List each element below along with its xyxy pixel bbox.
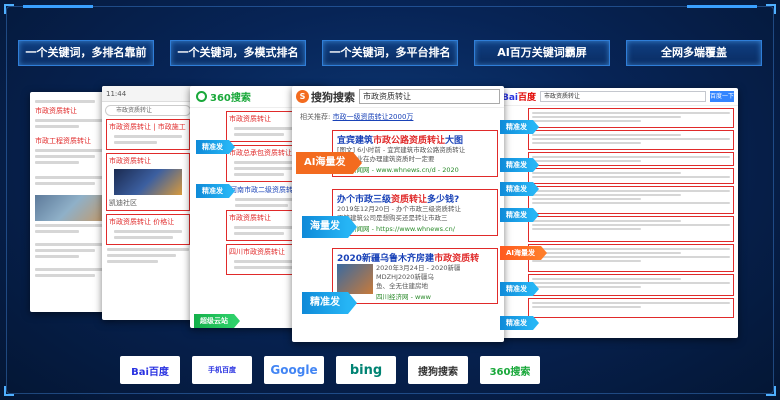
feature-all-devices: 全网多端覆盖	[626, 40, 762, 66]
feature-bar: 一个关键词，多排名靠前 一个关键词，多模式排名 一个关键词，多平台排名 AI百万…	[18, 40, 762, 66]
result-title: 市政资质转让	[109, 157, 151, 165]
result-title[interactable]: 2020新疆乌鲁木齐房建市政资质转	[337, 251, 493, 264]
baidu-header: Bai百度 市政资质转让 百度一下	[498, 88, 738, 106]
result-card: 市政资质转让 凯迪社区	[106, 153, 190, 211]
tag-super-cloud: 超级云站	[194, 314, 240, 328]
baidu-logo: Bai百度	[502, 93, 537, 103]
tag-precise: 精准发	[500, 282, 539, 296]
sogou-logo: S 搜狗搜索	[296, 89, 355, 105]
mobile-baidu-logo-icon: 手机百度	[192, 356, 252, 384]
search-engine-logos: Bai百度 手机百度 Google bing 搜狗搜索 360搜索	[120, 356, 540, 384]
tag-precise: 精准发	[500, 208, 539, 222]
baidu-search-input[interactable]: 市政资质转让	[540, 91, 706, 102]
tag-precise: 精准发	[500, 158, 539, 172]
mobile-search-input[interactable]: 市政资质转让	[105, 105, 191, 116]
sogou-header: S 搜狗搜索 市政资质转让	[292, 86, 504, 108]
result-title: 市政资质转让	[35, 107, 77, 115]
result-caption: 凯迪社区	[109, 199, 137, 207]
baidu-logo-icon: Bai百度	[120, 356, 180, 384]
baidu-result-row	[498, 298, 738, 318]
result-url: 四川经济网 - www	[376, 293, 431, 301]
result-title[interactable]: 办个市政三级资质转让多少钱?	[337, 192, 493, 205]
feature-multi-mode: 一个关键词，多模式排名	[170, 40, 306, 66]
tag-precise: 精准发	[500, 182, 539, 196]
tag-precise: 精准发	[500, 316, 539, 330]
frame-corner	[766, 4, 776, 14]
feature-multi-platform: 一个关键词，多平台排名	[322, 40, 458, 66]
tag-precise: 精准发	[302, 292, 357, 314]
result-snippet: 不管建筑公司是想购买还是转让市政三	[337, 214, 448, 222]
result-thumbnail	[35, 195, 105, 221]
sogou-search-input[interactable]: 市政资质转让	[359, 89, 500, 104]
related-link[interactable]: 市政一级资质转让2000万	[333, 113, 414, 121]
feature-multi-rank: 一个关键词，多排名靠前	[18, 40, 154, 66]
bing-logo-icon: bing	[336, 356, 396, 384]
result-url: 威海新闻网 - https://www.whnews.cn/	[337, 225, 455, 233]
result-snippet: MDZHJ2020新疆乌	[376, 273, 434, 281]
result-snippet: 鱼、全无住建房地	[376, 282, 428, 290]
result-thumbnail	[337, 264, 373, 294]
screenshot-collage: 市政资质转让 市政工程资质转让 11:44 市政资质转让 市政资质转让 | 市政…	[30, 86, 750, 342]
tag-ai-mass: AI海量发	[500, 246, 548, 260]
frame-corner	[766, 386, 776, 396]
result-snippet: 2020年3月24日 - 2020新疆	[376, 264, 461, 272]
result-title: 市政工程资质转让	[35, 137, 91, 145]
frame-corner	[4, 4, 14, 14]
tag-ai-mass: AI海量发	[296, 152, 364, 174]
result-title: 市政资质转让 价格让	[109, 218, 175, 226]
phone-status-bar: 11:44	[102, 86, 194, 102]
result-title: 市政资质转让 | 市政施工	[109, 123, 186, 131]
mobile-result-panel-1: 市政资质转让 市政工程资质转让	[30, 92, 110, 312]
result-snippet: 2019年12月20日 - 办个市政三级资质转让	[337, 205, 462, 213]
mobile-result-panel-2: 11:44 市政资质转让 市政资质转让 | 市政施工 市政资质转让 凯迪社区 市…	[102, 86, 194, 320]
sogou-logo-icon: 搜狗搜索	[408, 356, 468, 384]
feature-ai-keywords: AI百万关键词霸屏	[474, 40, 610, 66]
360-logo-icon: 360搜索	[480, 356, 540, 384]
tag-precise: 精准发	[196, 140, 235, 154]
result-card: 市政资质转让 | 市政施工	[106, 119, 190, 150]
result-title[interactable]: 宜宾建筑市政公路资质转让大图	[337, 133, 493, 146]
google-logo-icon: Google	[264, 356, 324, 384]
result-body: 2020年3月24日 - 2020新疆 MDZHJ2020新疆乌 鱼、全无住建房…	[337, 264, 493, 301]
result-card: 市政资质转让 价格让	[106, 214, 190, 245]
sogou-logo-icon: S	[296, 90, 309, 103]
frame-corner	[4, 386, 14, 396]
tag-precise: 精准发	[196, 184, 235, 198]
related-recommendations: 相关推荐: 市政一级资质转让2000万	[300, 113, 414, 121]
tag-mass: 海量发	[302, 216, 357, 238]
result-thumbnail	[114, 169, 182, 195]
baidu-search-button[interactable]: 百度一下	[710, 91, 734, 102]
logo-360-icon	[196, 91, 207, 102]
tag-precise: 精准发	[500, 120, 539, 134]
